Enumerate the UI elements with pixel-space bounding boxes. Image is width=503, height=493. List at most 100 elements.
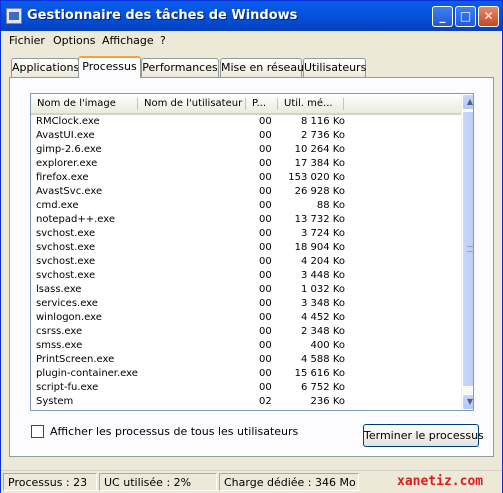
process-cpu: 00	[259, 116, 272, 127]
tab-processus[interactable]: Processus	[78, 56, 141, 78]
process-name: PrintScreen.exe	[36, 354, 115, 365]
process-name: svchost.exe	[36, 256, 96, 267]
table-row[interactable]: AvastSvc.exe 00 26 928 Ko	[31, 185, 463, 199]
close-button[interactable]: ✕	[478, 6, 499, 27]
process-memory: 2 348 Ko	[301, 326, 345, 337]
process-memory: 13 732 Ko	[294, 214, 345, 225]
process-cpu: 00	[259, 312, 272, 323]
scroll-down-icon[interactable]: ▼	[462, 394, 473, 410]
table-row[interactable]: RMClock.exe 00 8 116 Ko	[31, 115, 463, 129]
minimize-button[interactable]: _	[432, 6, 453, 27]
table-row[interactable]: Processus inactif SYSTEM 98 16 Ko	[31, 409, 463, 410]
table-row[interactable]: winlogon.exe 00 4 452 Ko	[31, 311, 463, 325]
table-row[interactable]: smss.exe 00 400 Ko	[31, 339, 463, 353]
scroll-thumb[interactable]	[462, 111, 473, 387]
table-row[interactable]: services.exe 00 3 348 Ko	[31, 297, 463, 311]
task-manager-window: Gestionnaire des tâches de Windows _ □ ✕…	[0, 0, 503, 493]
table-row[interactable]: svchost.exe 00 3 448 Ko	[31, 269, 463, 283]
vertical-scrollbar[interactable]: ▲ ▼	[461, 94, 473, 410]
process-name: csrss.exe	[36, 326, 83, 337]
show-all-users-label: Afficher les processus de tous les utili…	[50, 425, 299, 438]
process-name: firefox.exe	[36, 172, 89, 183]
process-memory: 17 384 Ko	[294, 158, 345, 169]
table-row[interactable]: notepad++.exe 00 13 732 Ko	[31, 213, 463, 227]
process-cpu: 00	[259, 326, 272, 337]
process-name: winlogon.exe	[36, 312, 102, 323]
process-cpu: 00	[259, 256, 272, 267]
tab-utilisateurs[interactable]: Utilisateurs	[303, 58, 366, 77]
process-cpu: 00	[259, 354, 272, 365]
processes-panel: Nom de l'image Nom de l'utilisateur P...…	[9, 77, 494, 457]
menu-options[interactable]: Options	[53, 34, 95, 47]
process-memory: 2 736 Ko	[301, 130, 345, 141]
table-row[interactable]: script-fu.exe 00 6 752 Ko	[31, 381, 463, 395]
table-row[interactable]: svchost.exe 00 3 724 Ko	[31, 227, 463, 241]
menu-bar: Fichier Options Affichage ?	[1, 31, 502, 50]
table-row[interactable]: firefox.exe 00 153 020 Ko	[31, 171, 463, 185]
process-memory: 236 Ko	[310, 396, 345, 407]
process-name: RMClock.exe	[36, 116, 100, 127]
process-memory: 6 752 Ko	[301, 382, 345, 393]
process-name: svchost.exe	[36, 228, 96, 239]
process-memory: 8 116 Ko	[301, 116, 345, 127]
menu-fichier[interactable]: Fichier	[9, 34, 45, 47]
process-name: svchost.exe	[36, 270, 96, 281]
title-bar[interactable]: Gestionnaire des tâches de Windows _ □ ✕	[1, 1, 502, 31]
process-name: plugin-container.exe	[36, 368, 138, 379]
maximize-button[interactable]: □	[455, 6, 476, 27]
process-user: SYSTEM	[143, 409, 183, 410]
process-memory: 400 Ko	[310, 340, 345, 351]
scroll-up-icon[interactable]: ▲	[462, 94, 473, 110]
process-cpu: 00	[259, 130, 272, 141]
table-row[interactable]: System 02 236 Ko	[31, 395, 463, 409]
table-row[interactable]: plugin-container.exe 00 15 616 Ko	[31, 367, 463, 381]
process-name: AvastSvc.exe	[36, 186, 103, 197]
process-name: System	[36, 396, 74, 407]
task-manager-icon	[6, 8, 22, 24]
column-memory[interactable]: Util. mé...	[278, 94, 344, 113]
column-user-name[interactable]: Nom de l'utilisateur	[138, 94, 246, 113]
table-row[interactable]: lsass.exe 00 1 032 Ko	[31, 283, 463, 297]
show-all-users-checkbox[interactable]	[31, 425, 44, 438]
table-row[interactable]: svchost.exe 00 4 204 Ko	[31, 255, 463, 269]
process-name: notepad++.exe	[36, 214, 116, 225]
process-memory: 3 724 Ko	[301, 228, 345, 239]
process-cpu: 98	[259, 409, 272, 410]
menu-help[interactable]: ?	[160, 34, 166, 47]
process-cpu: 00	[259, 228, 272, 239]
table-row[interactable]: PrintScreen.exe 00 4 588 Ko	[31, 353, 463, 367]
process-name: script-fu.exe	[36, 382, 99, 393]
process-name: gimp-2.6.exe	[36, 144, 102, 155]
menu-affichage[interactable]: Affichage	[102, 34, 154, 47]
process-memory: 4 588 Ko	[301, 354, 345, 365]
tab-mise-en-reseau[interactable]: Mise en réseau	[220, 58, 304, 77]
tab-applications[interactable]: Applications	[11, 58, 79, 77]
tab-performances[interactable]: Performances	[141, 58, 219, 77]
process-cpu: 00	[259, 200, 272, 211]
process-memory: 153 020 Ko	[288, 172, 345, 183]
process-memory: 16 Ko	[285, 409, 345, 410]
end-process-button[interactable]: Terminer le processus	[363, 424, 484, 447]
process-cpu: 00	[259, 186, 272, 197]
column-cpu[interactable]: P...	[246, 94, 278, 113]
table-row[interactable]: cmd.exe 00 88 Ko	[31, 199, 463, 213]
process-memory: 18 904 Ko	[294, 242, 345, 253]
process-list[interactable]: Nom de l'image Nom de l'utilisateur P...…	[30, 93, 474, 411]
tab-strip: Applications Processus Performances Mise…	[1, 56, 502, 78]
process-cpu: 00	[259, 368, 272, 379]
process-memory: 26 928 Ko	[294, 186, 345, 197]
process-cpu: 00	[259, 158, 272, 169]
grip-icon	[467, 246, 473, 252]
process-name: lsass.exe	[36, 284, 82, 295]
table-row[interactable]: csrss.exe 00 2 348 Ko	[31, 325, 463, 339]
column-image-name[interactable]: Nom de l'image	[31, 94, 138, 113]
table-row[interactable]: AvastUI.exe 00 2 736 Ko	[31, 129, 463, 143]
table-row[interactable]: svchost.exe 00 18 904 Ko	[31, 241, 463, 255]
process-memory: 4 204 Ko	[301, 256, 345, 267]
process-name: Processus inactif	[36, 409, 120, 410]
process-name: services.exe	[36, 298, 98, 309]
process-name: cmd.exe	[36, 200, 79, 211]
table-row[interactable]: gimp-2.6.exe 00 10 264 Ko	[31, 143, 463, 157]
process-cpu: 00	[259, 270, 272, 281]
table-row[interactable]: explorer.exe 00 17 384 Ko	[31, 157, 463, 171]
